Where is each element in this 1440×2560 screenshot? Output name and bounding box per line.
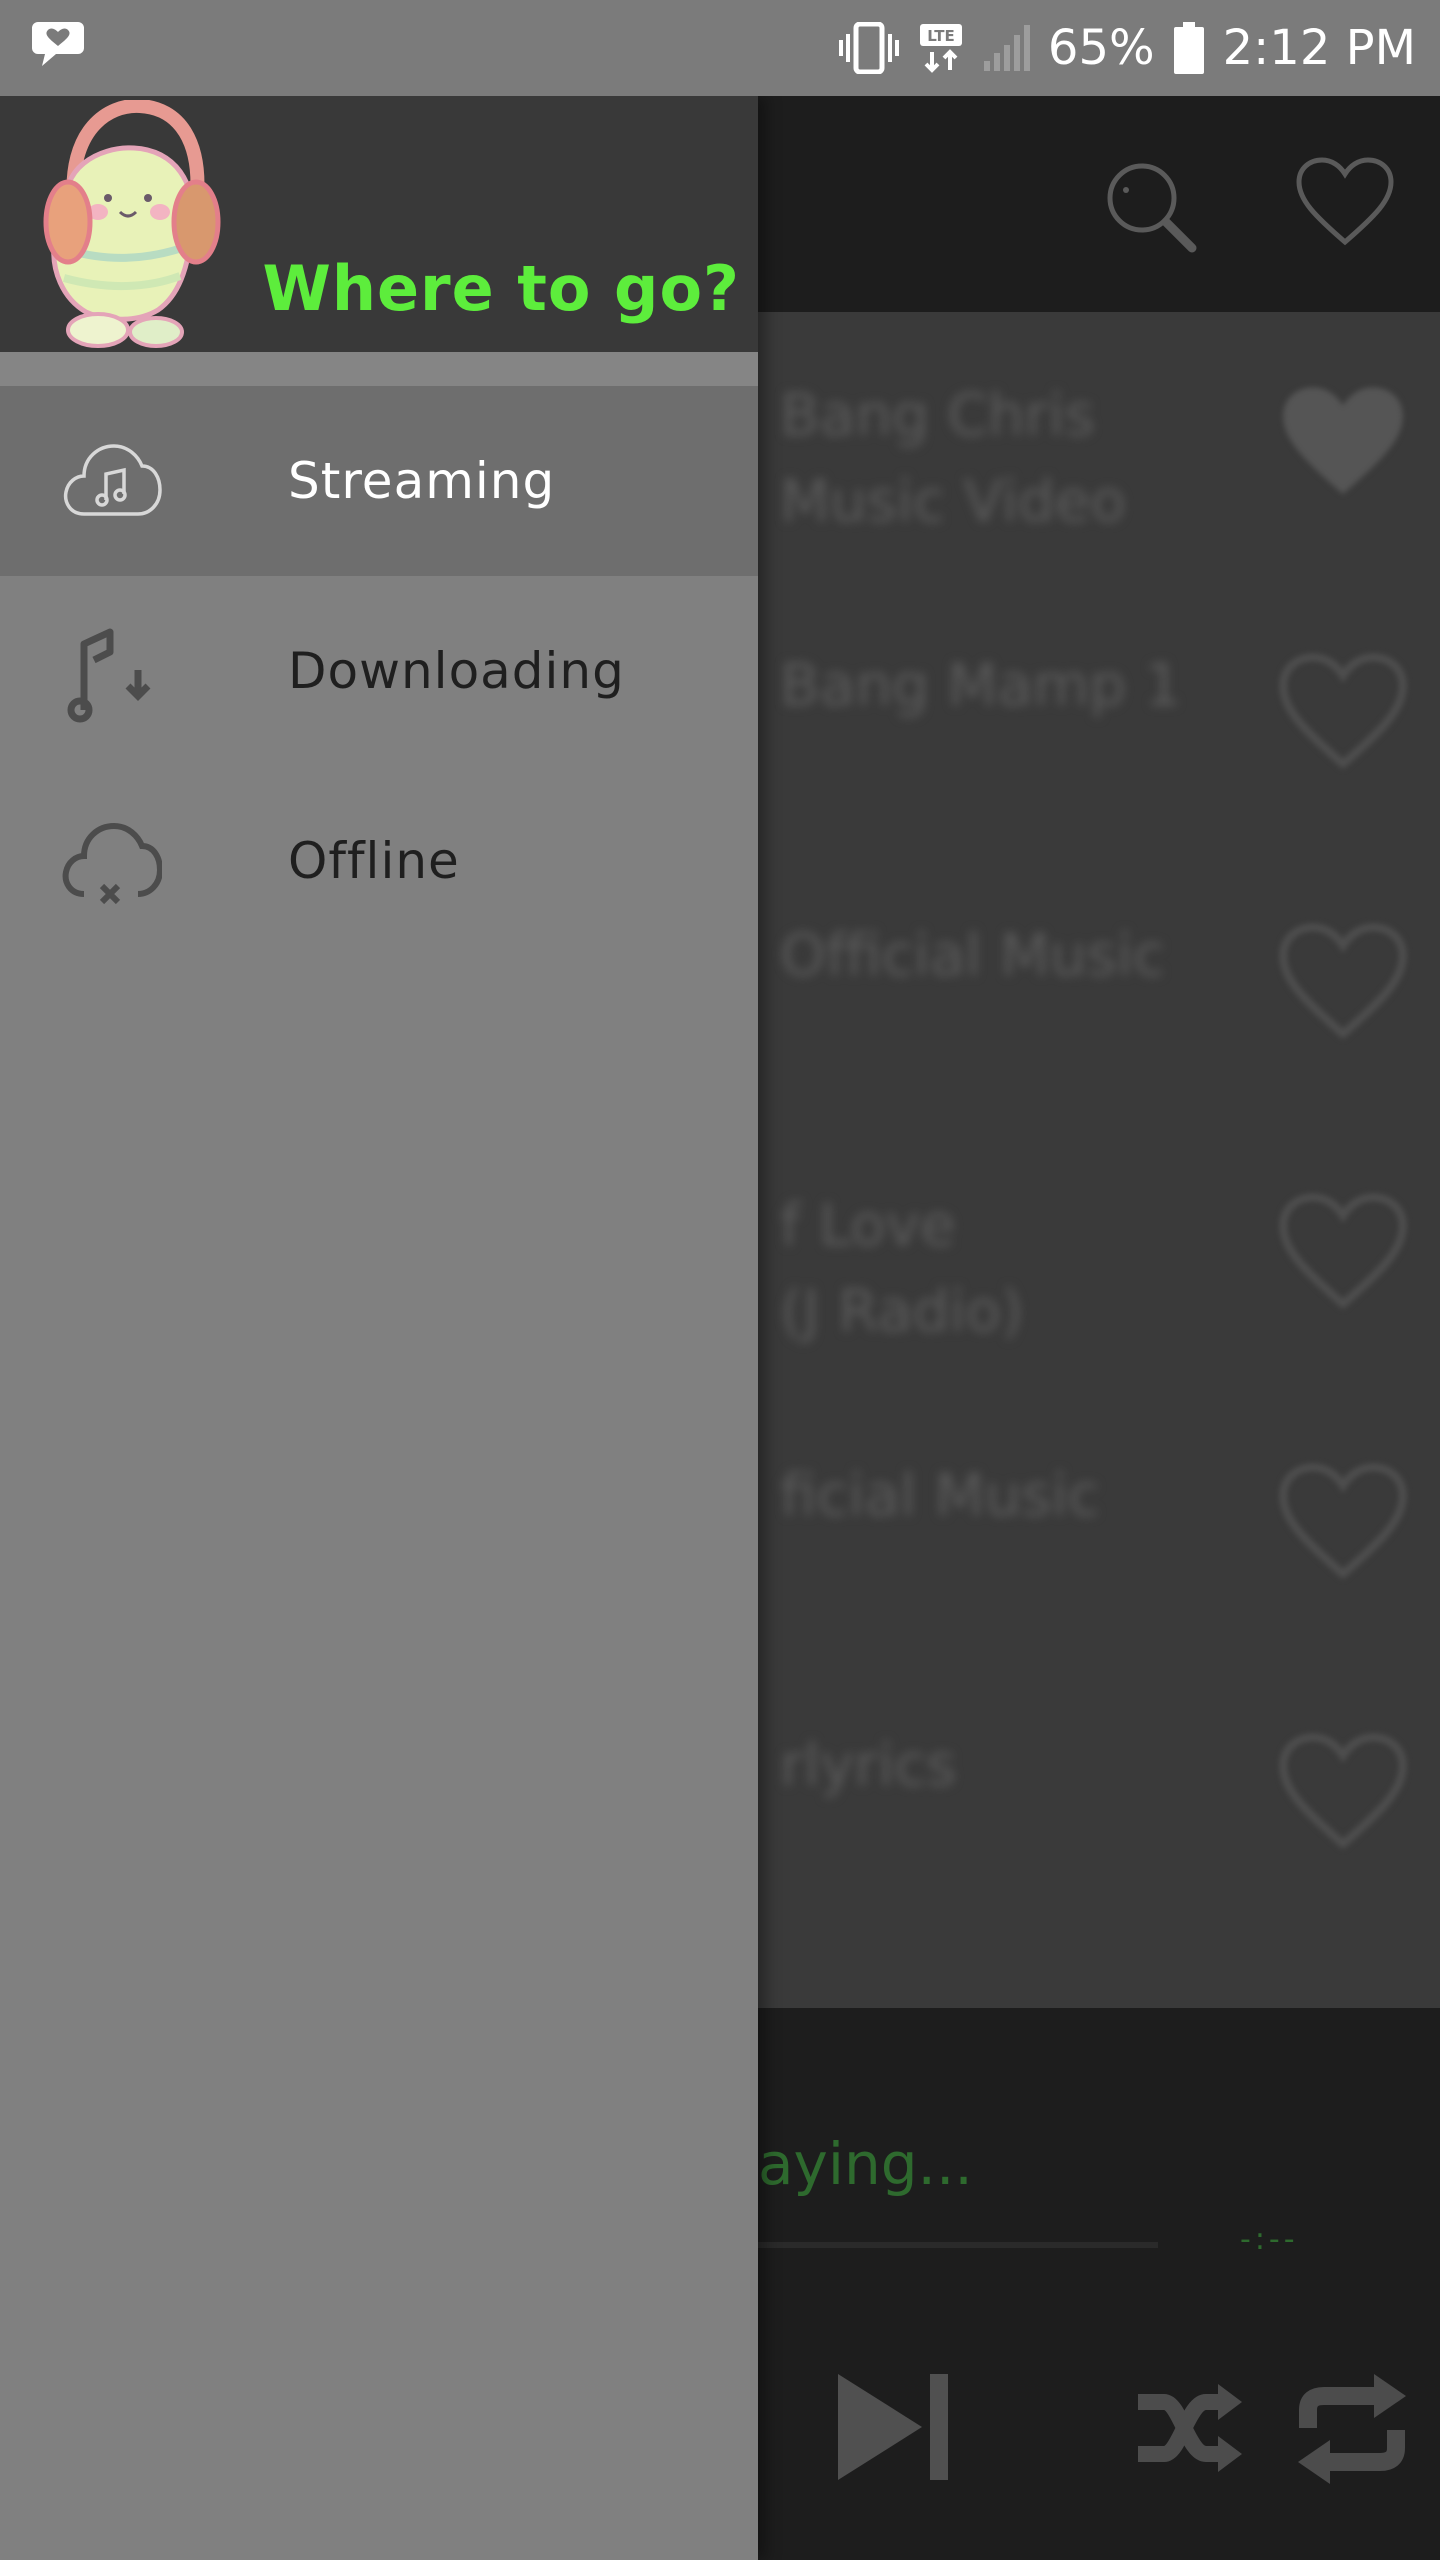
list-item[interactable]: f Love (J Radio) [758,1122,1440,1392]
list-item[interactable]: Bang Chris Music Video [758,312,1440,582]
cloud-offline-icon [62,816,164,920]
vibrate-icon [838,22,900,74]
now-playing-text: aying... [758,2130,973,2198]
lte-icon: LTE [918,22,964,74]
nav-item-label: Streaming [288,452,556,510]
nav-item-label: Offline [288,832,460,890]
list-item[interactable]: Bang Mamp 1 [758,582,1440,852]
favorites-icon[interactable] [1295,156,1395,252]
song-title: ficial Music [780,1461,1100,1529]
nav-item-label: Downloading [288,642,625,700]
heart-icon[interactable] [1278,382,1408,506]
clock: 2:12 PM [1222,20,1416,76]
now-playing-bar: aying... -:-- [758,2008,1440,2560]
battery-percent: 65% [1047,20,1155,76]
song-title: Official Music [780,921,1165,989]
drawer-header: Where to go? [0,96,758,352]
divider [0,352,758,386]
heart-icon[interactable] [1278,1192,1408,1316]
battery-icon [1173,21,1205,75]
chat-bubble-icon [30,18,86,74]
song-title: Bang Mamp 1 [780,651,1182,719]
repeat-icon[interactable] [1294,2368,1410,2494]
heart-icon[interactable] [1278,1462,1408,1586]
cloud-music-icon [62,436,162,530]
navigation-drawer: Where to go? Streaming Downloading Offli… [0,96,758,2560]
heart-icon[interactable] [1278,652,1408,776]
list-item[interactable]: rlyrics [758,1662,1440,1932]
heart-icon[interactable] [1278,922,1408,1046]
music-download-icon [62,626,162,730]
song-title: Bang Chris Music Video [780,381,1126,535]
nav-item-offline[interactable]: Offline [0,766,758,956]
list-item[interactable]: ficial Music [758,1392,1440,1662]
song-title: f Love (J Radio) [780,1191,1024,1345]
elapsed-time: -:-- [1240,2222,1299,2257]
mascot-logo [28,98,228,354]
song-title: rlyrics [780,1731,957,1799]
svg-text:LTE: LTE [927,27,955,45]
signal-icon [982,23,1030,73]
status-bar: LTE 65% 2:12 PM [0,0,1440,96]
skip-next-icon[interactable] [836,2372,952,2486]
nav-item-streaming[interactable]: Streaming [0,386,758,576]
progress-track[interactable] [758,2242,1158,2248]
list-item[interactable]: Official Music [758,852,1440,1122]
search-icon[interactable] [1100,156,1200,260]
heart-icon[interactable] [1278,1732,1408,1856]
shuffle-icon[interactable] [1134,2380,1244,2480]
drawer-title: Where to go? [262,252,740,325]
nav-item-downloading[interactable]: Downloading [0,576,758,766]
song-list: Bang Chris Music Video Bang Mamp 1 Offic… [758,312,1440,2008]
